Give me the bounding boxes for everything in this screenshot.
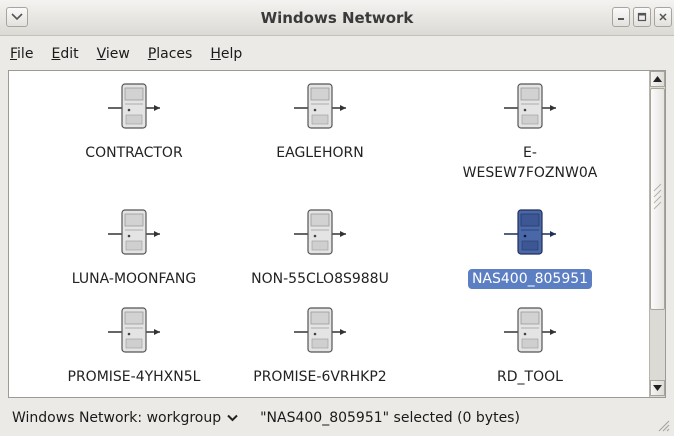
host-item-contractor[interactable]: CONTRACTOR [49,81,219,163]
scroll-thumb[interactable] [650,88,665,310]
close-icon [659,13,667,21]
host-label-selected: NAS400_805951 [467,269,593,289]
server-icon [504,307,556,353]
selection-status: "NAS400_805951" selected (0 bytes) [260,410,520,426]
menu-places[interactable]: Places [148,46,193,62]
menu-edit[interactable]: Edit [51,46,78,62]
menu-bar: File Edit View Places Help [0,38,674,70]
server-icon [294,307,346,353]
menu-places-label: laces [156,46,193,62]
host-label-line1: E- [523,145,537,161]
status-bar: Windows Network: workgroup "NAS400_80595… [0,400,674,436]
icon-view[interactable]: CONTRACTOR EAGLEHORN E- WESEW7FOZNW0A LU… [8,70,666,398]
menu-help[interactable]: Help [210,46,242,62]
host-label: LUNA-MOONFANG [71,271,197,287]
host-label: PROMISE-4YHXN5L [67,369,201,385]
host-item-nas400-805951[interactable]: NAS400_805951 [445,207,615,289]
arrow-down-icon [653,385,662,391]
host-item-non-55clo8s988u[interactable]: NON-55CLO8S988U [235,207,405,289]
maximize-button[interactable] [633,7,651,27]
host-label: PROMISE-6VRHKP2 [253,369,387,385]
menu-file-mnemonic: F [10,46,18,62]
vertical-scrollbar[interactable] [649,71,665,397]
menu-edit-label: dit [60,46,79,62]
close-button[interactable] [654,7,672,27]
grip-icon [653,183,662,210]
menu-view[interactable]: View [97,46,130,62]
menu-help-mnemonic: H [210,46,221,62]
host-label: CONTRACTOR [85,145,183,161]
host-item-eaglehorn[interactable]: EAGLEHORN [235,81,405,163]
scroll-down-button[interactable] [650,380,665,396]
host-label: EAGLEHORN [276,145,364,161]
minimize-button[interactable] [612,7,630,27]
host-item-e-wesew7foznw0a[interactable]: E- WESEW7FOZNW0A [445,81,615,183]
server-icon [108,307,160,353]
server-icon [108,209,160,255]
menu-file-label: ile [17,46,34,62]
server-icon [294,209,346,255]
scroll-up-button[interactable] [650,71,665,87]
menu-edit-mnemonic: E [51,46,61,62]
host-item-luna-moonfang[interactable]: LUNA-MOONFANG [49,207,219,289]
server-icon [294,83,346,129]
menu-help-label: elp [220,46,243,62]
menu-file[interactable]: File [10,46,33,62]
title-bar: Windows Network [0,0,674,36]
host-item-promise-4yhxn5l[interactable]: PROMISE-4YHXN5L [49,305,219,387]
host-item-rd-tool[interactable]: RD_TOOL [445,305,615,387]
location-label: Windows Network: workgroup [12,410,222,426]
host-label: RD_TOOL [497,369,563,385]
maximize-icon [637,12,647,22]
server-icon [108,83,160,129]
resize-grip-icon[interactable] [656,418,670,432]
chevron-down-icon [227,414,238,422]
arrow-up-icon [653,76,662,82]
menu-places-mnemonic: P [147,46,157,62]
menu-view-label: iew [105,46,130,62]
server-icon [504,209,556,255]
menu-view-mnemonic: V [96,46,106,62]
host-label: NON-55CLO8S988U [251,271,389,287]
location-dropdown[interactable]: Windows Network: workgroup [12,410,238,426]
window-title: Windows Network [260,9,414,27]
host-label: E- WESEW7FOZNW0A [459,143,602,183]
host-item-promise-6vrhkp2[interactable]: PROMISE-6VRHKP2 [235,305,405,387]
host-label-line2: WESEW7FOZNW0A [462,165,598,181]
minimize-icon [618,18,624,20]
server-icon [504,83,556,129]
